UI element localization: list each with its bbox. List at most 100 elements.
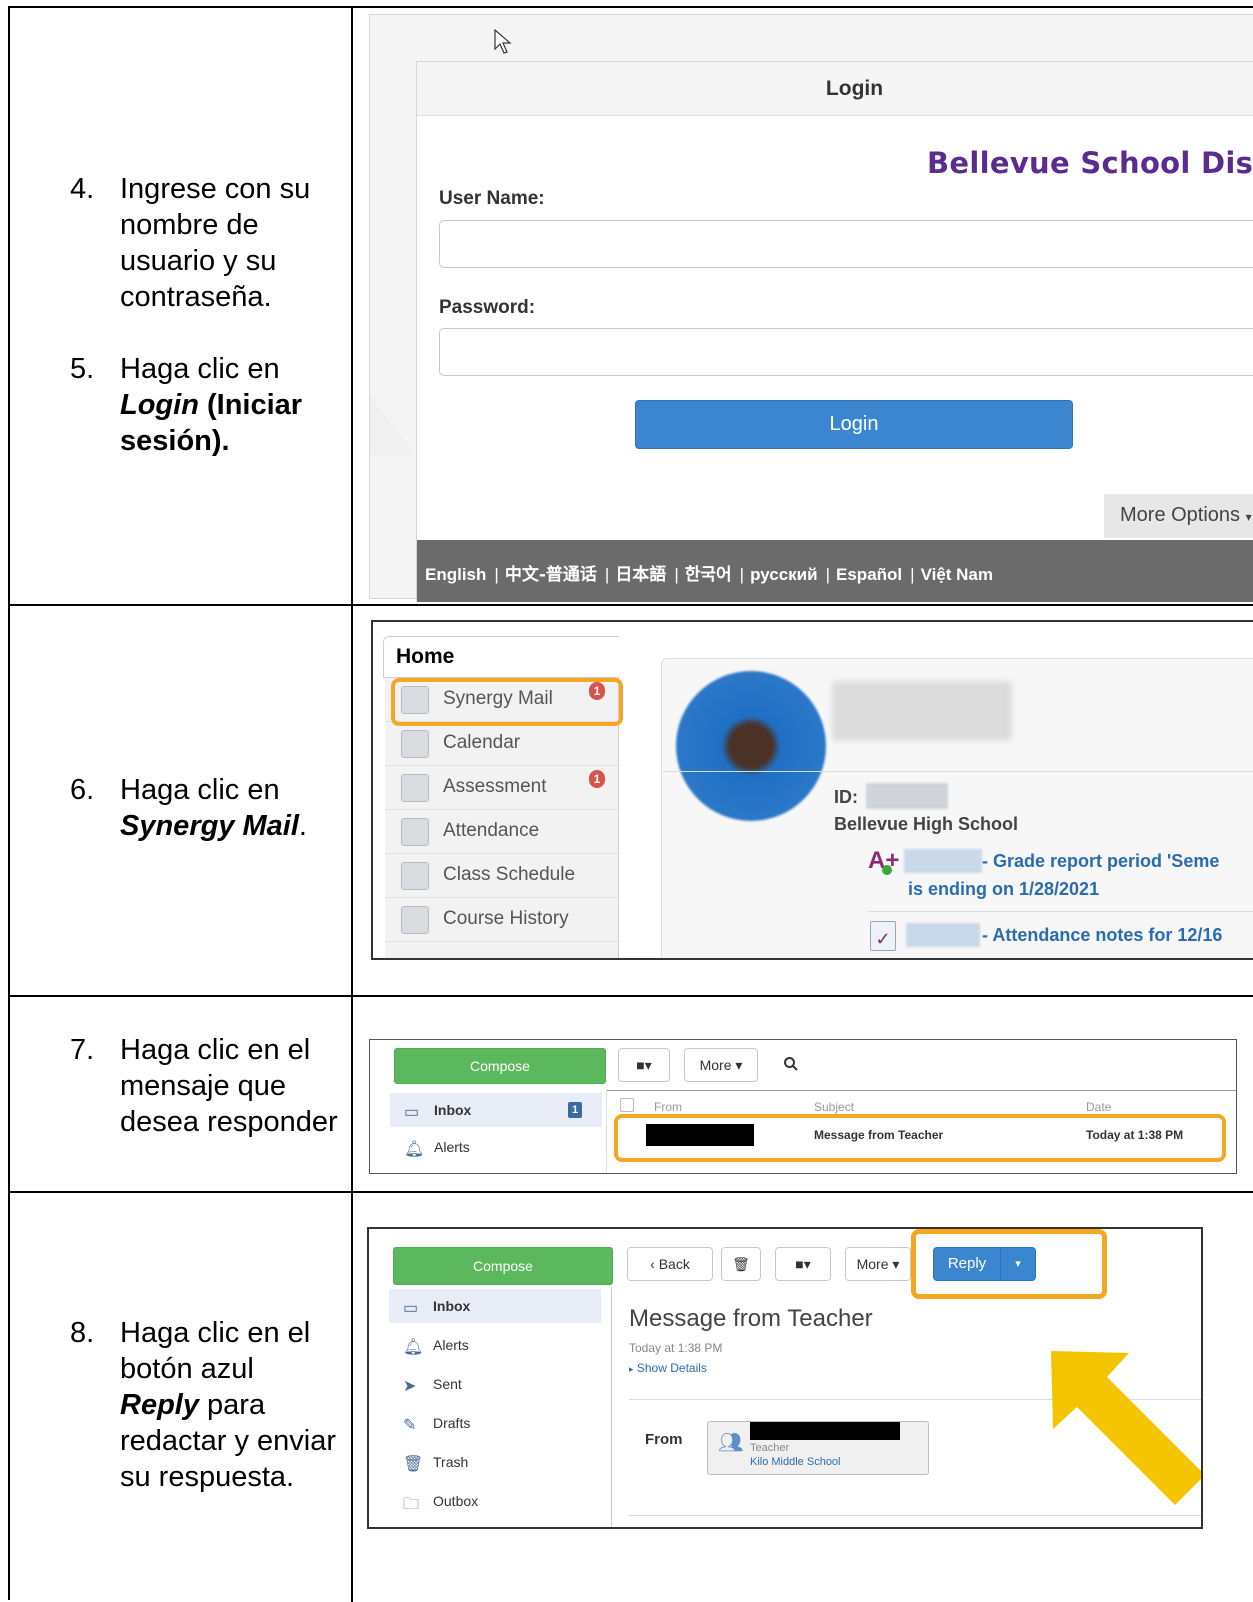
folder-menu-button[interactable]: ■▾: [775, 1247, 831, 1281]
search-button[interactable]: [770, 1048, 812, 1082]
sidebar-item-outbox[interactable]: 🗀︎ Outbox: [389, 1484, 601, 1518]
sender-role: Teacher: [750, 1442, 790, 1454]
lang-link-english[interactable]: English: [425, 565, 486, 584]
attendance-icon: [401, 818, 429, 846]
divider: [662, 771, 1253, 772]
more-button[interactable]: More ▾: [845, 1247, 911, 1281]
tab-home[interactable]: Home: [383, 636, 619, 678]
menu-item-label: Class Schedule: [443, 864, 576, 885]
lang-link-russian[interactable]: русский: [750, 565, 818, 584]
background-wedge: [370, 395, 416, 455]
grade-report-note-line2: is ending on 1/28/2021: [908, 879, 1100, 899]
menu-item-course-history[interactable]: Course History: [385, 898, 619, 942]
menu-item-attendance[interactable]: Attendance: [385, 810, 619, 854]
chevron-left-icon: ‹: [650, 1256, 655, 1272]
more-button[interactable]: More ▾: [684, 1048, 758, 1082]
login-title: Login: [825, 77, 884, 100]
redacted-sender-name: [750, 1422, 900, 1440]
instruction-table: 4. Ingrese con su nombre de usuario y su…: [8, 6, 1253, 1602]
sender-school: Kilo Middle School: [750, 1456, 841, 1468]
username-label: User Name:: [439, 188, 545, 209]
message-date: Today at 1:38 PM: [629, 1341, 723, 1355]
sidebar-item-inbox[interactable]: ▭ Inbox: [389, 1289, 601, 1323]
sidebar-item-sent[interactable]: ➤ Sent: [389, 1367, 601, 1401]
column-header-date[interactable]: Date: [1086, 1100, 1111, 1114]
divider: [629, 1515, 1201, 1516]
menu-item-label: Attendance: [443, 820, 540, 841]
books-icon: [401, 906, 429, 934]
sidebar-item-label: Sent: [433, 1376, 462, 1392]
sidebar-item-alerts[interactable]: 🔔︎ Alerts: [389, 1328, 601, 1362]
step-number: 5.: [70, 353, 95, 385]
sidebar-item-drafts[interactable]: ✎ Drafts: [389, 1406, 601, 1440]
message-row-highlight: [614, 1114, 1226, 1162]
username-input[interactable]: [439, 220, 1253, 268]
id-label: ID:: [834, 787, 858, 807]
compose-button[interactable]: Compose: [394, 1048, 606, 1084]
student-avatar: [676, 671, 826, 821]
back-button[interactable]: ‹ Back: [627, 1247, 713, 1281]
caret-right-icon: ▸: [629, 1364, 634, 1374]
step-text: Haga clic en el botón azul Reply para red…: [120, 1315, 350, 1495]
show-details-link[interactable]: ▸ Show Details: [629, 1361, 707, 1375]
school-name: Bellevue High School: [834, 814, 1019, 834]
login-panel: Login Bellevue School District User Name…: [416, 61, 1253, 602]
step-number: 6.: [70, 774, 95, 806]
step-text-pre: Haga clic en: [120, 353, 280, 385]
select-all-checkbox[interactable]: [620, 1098, 634, 1112]
folder-menu-button[interactable]: ■▾: [618, 1048, 670, 1082]
lang-link-vietnamese[interactable]: Việt Nam: [921, 565, 993, 584]
lang-link-chinese[interactable]: 中文-普通话: [505, 565, 597, 585]
menu-item-label: Assessment: [443, 776, 547, 797]
sent-icon: ➤: [403, 1378, 417, 1395]
inbox-count-badge: 1: [568, 1102, 582, 1118]
pencil-icon: ✎: [403, 1417, 417, 1434]
step-text: Haga clic en el mensaje que desea respon…: [120, 1034, 338, 1138]
sidebar-item-inbox[interactable]: ▭ Inbox 1: [390, 1093, 602, 1127]
password-input[interactable]: [439, 328, 1253, 376]
sidebar-item-trash[interactable]: 🗑︎ Trash: [389, 1445, 601, 1479]
row-mail-list: 7. Haga clic en el mensaje que desea res…: [10, 997, 1253, 1193]
row-reply-screenshot: Compose ‹ Back 🗑︎ ■▾ More ▾ Reply ▾ ▭ In…: [355, 1193, 1253, 1602]
calendar-icon: [401, 730, 429, 758]
login-button[interactable]: Login: [635, 400, 1073, 449]
lang-link-spanish[interactable]: Español: [836, 565, 902, 584]
caret-down-icon: ▾: [1245, 510, 1252, 524]
delete-button[interactable]: 🗑︎: [721, 1247, 761, 1281]
password-label: Password:: [439, 297, 536, 318]
attendance-note[interactable]: - Attendance notes for 12/16: [982, 925, 1222, 946]
attendance-icon: ✓: [870, 921, 896, 951]
lang-link-japanese[interactable]: 日本語: [615, 565, 666, 585]
grade-report-note[interactable]: - Grade report period 'Seme: [982, 851, 1219, 872]
sender-card[interactable]: 👥︎ Teacher Kilo Middle School: [707, 1421, 929, 1475]
menu-item-calendar[interactable]: Calendar: [385, 722, 619, 766]
menu-item-class-schedule[interactable]: Class Schedule: [385, 854, 619, 898]
redacted-course: [906, 923, 980, 947]
column-header-subject[interactable]: Subject: [814, 1100, 854, 1114]
grade-icon: A+: [868, 847, 899, 875]
bell-icon: 🔔︎: [404, 1141, 425, 1158]
sidebar-item-label: Drafts: [433, 1415, 471, 1431]
back-label: Back: [658, 1256, 690, 1272]
step-text: Haga clic en Login (Iniciar sesión).: [120, 351, 350, 459]
step-text-pre: Haga clic en el botón azul: [120, 1317, 311, 1385]
inbox-icon: ▭: [404, 1104, 420, 1121]
bell-icon: 🔔︎: [403, 1339, 424, 1356]
tab-home-label: Home: [396, 645, 455, 668]
row-login: 4. Ingrese con su nombre de usuario y su…: [10, 8, 1253, 606]
login-header: Login: [417, 62, 1253, 116]
sidebar-item-label: Inbox: [433, 1298, 471, 1314]
sidebar-item-label: Trash: [433, 1454, 469, 1470]
column-header-from[interactable]: From: [654, 1100, 682, 1114]
sidebar-item-alerts[interactable]: 🔔︎ Alerts: [390, 1130, 602, 1164]
lang-link-korean[interactable]: 한국어: [685, 565, 732, 585]
step-number: 8.: [70, 1317, 95, 1349]
redacted-student-name: [832, 681, 1012, 741]
step-number: 7.: [70, 1034, 95, 1066]
menu-item-assessment[interactable]: Assessment 1: [385, 766, 619, 810]
compose-button[interactable]: Compose: [393, 1247, 613, 1285]
more-options-button[interactable]: More Options ▾: [1104, 494, 1253, 538]
divider: [868, 911, 1253, 912]
step-text-post: .: [298, 810, 307, 842]
reply-button-highlight: [911, 1229, 1107, 1299]
